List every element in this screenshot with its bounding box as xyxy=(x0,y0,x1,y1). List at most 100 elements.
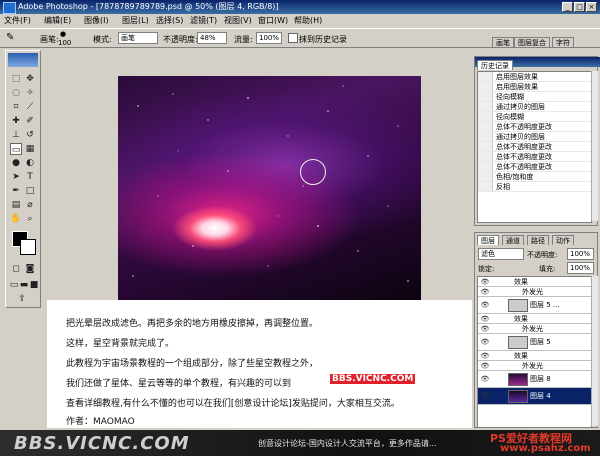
notes-tool-icon[interactable]: ▤ xyxy=(10,199,22,211)
visibility-eye-icon[interactable]: 👁 xyxy=(478,324,492,334)
menu-edit[interactable]: 编辑(E) xyxy=(44,14,71,28)
visibility-eye-icon[interactable]: 👁 xyxy=(478,314,492,324)
opacity-input[interactable]: 48% xyxy=(197,32,227,44)
tab-layers[interactable]: 图层 xyxy=(477,235,499,245)
dodge-tool-icon[interactable]: ◐ xyxy=(24,157,36,169)
history-list: 启用图层效果 启用图层效果 径向模糊 通过拷贝的图层 径向模糊 总体不透明度更改… xyxy=(477,71,592,223)
layers-panel: 图层 通道 路径 动作 滤色 不透明度: 100% 锁定: 填充: 100% 👁… xyxy=(474,232,598,428)
zoom-tool-icon[interactable]: ⌕ xyxy=(24,213,36,225)
layer-thumbnail xyxy=(508,373,528,386)
menu-image[interactable]: 图像(I) xyxy=(84,14,109,28)
screen-mode-full-icon[interactable]: ■ xyxy=(28,279,40,291)
menu-file[interactable]: 文件(F) xyxy=(4,14,31,28)
hand-tool-icon[interactable]: ✋ xyxy=(10,213,22,225)
lasso-tool-icon[interactable]: ◌ xyxy=(10,87,22,99)
layers-scrollbar[interactable] xyxy=(591,276,598,426)
visibility-eye-icon[interactable]: 👁 xyxy=(478,287,492,297)
layer-row[interactable]: 👁 图层 5 xyxy=(478,334,591,351)
brush-preview-icon[interactable]: ● xyxy=(60,30,66,38)
history-brush-tool-icon[interactable]: ↺ xyxy=(24,129,36,141)
eraser-tool-icon[interactable]: ✎ xyxy=(6,32,14,43)
maximize-button[interactable]: □ xyxy=(574,2,585,12)
history-item[interactable]: 总体不透明度更改 xyxy=(478,162,591,172)
brush-tool-icon[interactable]: ✐ xyxy=(24,115,36,127)
toolbox-header[interactable] xyxy=(8,53,38,67)
history-item[interactable]: 反相 xyxy=(478,182,591,192)
layer-effect-row[interactable]: 👁 效果 xyxy=(478,314,591,324)
visibility-eye-icon[interactable]: 👁 xyxy=(478,351,492,361)
blend-mode-select[interactable]: 滤色 xyxy=(478,248,524,260)
tab-actions[interactable]: 动作 xyxy=(552,235,574,245)
history-item[interactable]: 通过拷贝的图层 xyxy=(478,102,591,112)
tab-layer-comps[interactable]: 图层复合 xyxy=(514,37,550,47)
history-item[interactable]: 通过拷贝的图层 xyxy=(478,132,591,142)
layer-effect-row[interactable]: 👁 外发光 xyxy=(478,287,591,297)
quick-mask-icon[interactable]: ◙ xyxy=(24,263,36,275)
menu-view[interactable]: 视图(V) xyxy=(224,14,252,28)
marquee-tool-icon[interactable]: ⬚ xyxy=(10,73,22,85)
history-item[interactable]: 启用图层效果 xyxy=(478,72,591,82)
layer-effect-row[interactable]: 👁 外发光 xyxy=(478,361,591,371)
visibility-eye-icon[interactable]: 👁 xyxy=(478,297,492,314)
crop-tool-icon[interactable]: ⌗ xyxy=(10,101,22,113)
shape-tool-icon[interactable]: □ xyxy=(24,185,36,197)
galaxy-canvas-image[interactable] xyxy=(118,76,421,300)
history-item[interactable]: 径向模糊 xyxy=(478,112,591,122)
history-item[interactable]: 径向模糊 xyxy=(478,92,591,102)
tab-history[interactable]: 历史记录 xyxy=(477,60,513,70)
layer-opacity-input[interactable]: 100% xyxy=(567,248,594,260)
menu-help[interactable]: 帮助(H) xyxy=(294,14,322,28)
erase-to-history-checkbox[interactable] xyxy=(288,33,298,43)
eyedropper-tool-icon[interactable]: ⌀ xyxy=(24,199,36,211)
type-tool-icon[interactable]: T xyxy=(24,171,36,183)
tab-channels[interactable]: 通道 xyxy=(502,235,524,245)
layer-row[interactable]: 👁 图层 8 xyxy=(478,371,591,388)
history-item[interactable]: 总体不透明度更改 xyxy=(478,142,591,152)
blur-tool-icon[interactable]: ● xyxy=(10,157,22,169)
layer-row-selected[interactable]: 👁 图层 4 xyxy=(478,388,591,405)
visibility-eye-icon[interactable]: 👁 xyxy=(478,277,492,287)
pen-tool-icon[interactable]: ✒ xyxy=(10,185,22,197)
layer-effect-row[interactable]: 👁 效果 xyxy=(478,351,591,361)
site-link[interactable]: BBS.VICNC.COM xyxy=(330,374,416,384)
menu-window[interactable]: 窗口(W) xyxy=(258,14,288,28)
minimize-button[interactable]: _ xyxy=(562,2,573,12)
mode-select[interactable]: 画笔 xyxy=(118,32,158,44)
brush-label: 画笔: xyxy=(40,35,59,44)
flow-input[interactable]: 100% xyxy=(256,32,282,44)
standard-mode-icon[interactable]: ◻ xyxy=(10,263,22,275)
close-button[interactable]: × xyxy=(586,2,597,12)
tab-character[interactable]: 字符 xyxy=(552,37,574,47)
tab-paths[interactable]: 路径 xyxy=(527,235,549,245)
layer-effect-row[interactable]: 👁 效果 xyxy=(478,277,591,287)
visibility-eye-icon[interactable]: 👁 xyxy=(478,388,492,405)
layer-row[interactable]: 👁 图层 5 ... xyxy=(478,297,591,314)
background-color-swatch[interactable] xyxy=(20,239,36,255)
move-tool-icon[interactable]: ✥ xyxy=(24,73,36,85)
menu-layer[interactable]: 图层(L) xyxy=(122,14,149,28)
brush-cursor xyxy=(300,159,326,185)
star-field xyxy=(132,85,409,282)
fill-input[interactable]: 100% xyxy=(567,262,594,274)
eraser-tool-icon[interactable]: ▭ xyxy=(10,143,22,155)
jump-to-imageready-icon[interactable]: ⇪ xyxy=(16,293,28,305)
tab-brushes[interactable]: 画笔 xyxy=(492,37,514,47)
visibility-eye-icon[interactable]: 👁 xyxy=(478,361,492,371)
gradient-tool-icon[interactable]: ▦ xyxy=(24,143,36,155)
history-scrollbar[interactable] xyxy=(591,71,598,221)
history-item[interactable]: 总体不透明度更改 xyxy=(478,122,591,132)
history-item[interactable]: 总体不透明度更改 xyxy=(478,152,591,162)
history-item[interactable]: 色相/饱和度 xyxy=(478,172,591,182)
magic-wand-tool-icon[interactable]: ✧ xyxy=(24,87,36,99)
visibility-eye-icon[interactable]: 👁 xyxy=(478,334,492,351)
history-item[interactable]: 启用图层效果 xyxy=(478,82,591,92)
menu-filter[interactable]: 滤镜(T) xyxy=(190,14,217,28)
path-selection-tool-icon[interactable]: ➤ xyxy=(10,171,22,183)
caption-line-5: 查看详细教程,有什么不懂的也可以在我们[创意设计论坛]发贴提问，大家相互交流。 xyxy=(66,399,400,409)
clone-stamp-tool-icon[interactable]: ⊥ xyxy=(10,129,22,141)
visibility-eye-icon[interactable]: 👁 xyxy=(478,371,492,388)
healing-brush-tool-icon[interactable]: ✚ xyxy=(10,115,22,127)
menu-select[interactable]: 选择(S) xyxy=(156,14,183,28)
layer-effect-row[interactable]: 👁 外发光 xyxy=(478,324,591,334)
slice-tool-icon[interactable]: ⟋ xyxy=(24,101,36,113)
